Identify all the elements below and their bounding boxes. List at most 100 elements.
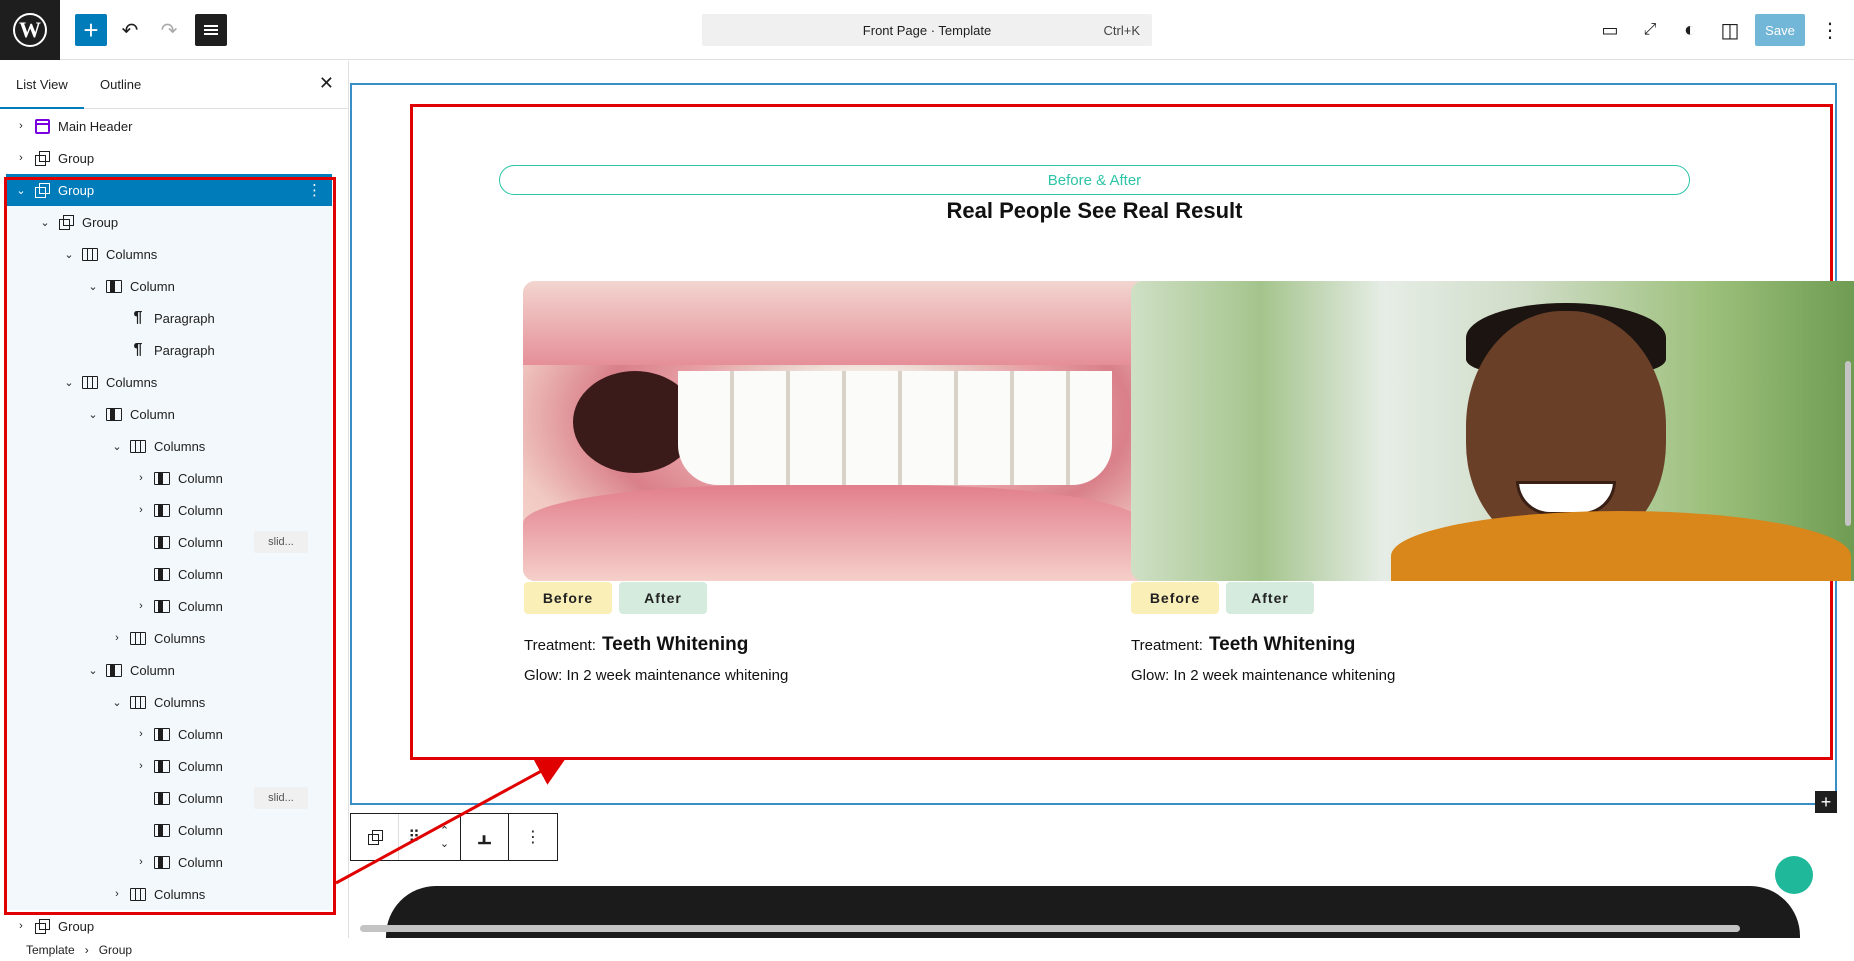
more-vertical-icon[interactable]: ⋮ — [509, 814, 557, 860]
list-view-row-columns[interactable]: › Columns — [6, 622, 332, 654]
treatment-line[interactable]: Treatment: Teeth Whitening — [524, 634, 748, 656]
list-view-row-column[interactable]: ⌄ Column — [6, 654, 332, 686]
group-icon — [34, 918, 50, 934]
chevron-down-icon[interactable]: ⌄ — [62, 248, 76, 261]
list-view-row-columns[interactable]: › Columns — [6, 878, 332, 910]
list-view-button[interactable] — [195, 14, 227, 46]
chevron-down-icon[interactable]: ⌄ — [86, 408, 100, 421]
styles-button[interactable]: ◐ — [1674, 14, 1706, 46]
list-view-row-columns[interactable]: ⌄ Columns — [6, 686, 332, 718]
list-view-row-column[interactable]: Column slid... — [6, 526, 332, 558]
tab-outline[interactable]: Outline — [84, 61, 157, 109]
list-view-row-column[interactable]: › Column — [6, 846, 332, 878]
breadcrumb-group[interactable]: Group — [99, 943, 132, 957]
list-view-row-main header[interactable]: › Main Header — [6, 110, 332, 142]
chevron-down-icon[interactable]: ⌄ — [86, 280, 100, 293]
move-up-down-icon[interactable]: ⌃ ⌄ — [429, 814, 461, 860]
list-view-row-column[interactable]: › Column — [6, 590, 332, 622]
glow-line[interactable]: Glow: In 2 week maintenance whitening — [1131, 667, 1395, 684]
chevron-right-icon[interactable]: › — [134, 856, 148, 868]
chat-widget-button[interactable] — [1775, 856, 1813, 894]
section-label-pill[interactable]: Before & After — [499, 165, 1690, 195]
chevron-down-icon[interactable]: ⌄ — [86, 664, 100, 677]
before-label[interactable]: Before — [524, 582, 612, 614]
list-view-row-column[interactable]: ⌄ Column — [6, 270, 332, 302]
undo-button[interactable]: ↶ — [114, 14, 146, 46]
list-view-row-column[interactable]: ⌄ Column — [6, 398, 332, 430]
preview-button[interactable]: ▭ — [1594, 14, 1626, 46]
command-palette-bar[interactable]: Front Page · Template Ctrl+K — [702, 14, 1152, 46]
list-view-row-column[interactable]: › Column — [6, 718, 332, 750]
save-button[interactable]: Save — [1755, 14, 1805, 46]
smiling-boy-before-after-image[interactable] — [1131, 281, 1854, 581]
list-view-row-label: Column — [178, 566, 223, 582]
list-view-row-column[interactable]: Column slid... — [6, 782, 332, 814]
list-view-row-label: Columns — [106, 246, 158, 262]
wordpress-logo[interactable]: W — [0, 0, 60, 60]
list-view-row-column[interactable]: › Column — [6, 462, 332, 494]
vertical-scrollbar[interactable] — [1845, 361, 1851, 526]
horizontal-scrollbar[interactable] — [360, 925, 1740, 932]
list-view-row-columns[interactable]: ⌄ Columns — [6, 238, 332, 270]
list-view-row-paragraph[interactable]: ¶ Paragraph — [6, 334, 332, 366]
chevron-right-icon[interactable]: › — [134, 728, 148, 740]
list-view-row-columns[interactable]: ⌄ Columns — [6, 430, 332, 462]
chevron-down-icon[interactable]: ⌄ — [110, 440, 124, 453]
chevron-right-icon[interactable]: › — [110, 632, 124, 644]
chevron-down-icon[interactable]: ⌄ — [110, 696, 124, 709]
close-icon[interactable]: ✕ — [319, 73, 334, 94]
chevron-down-icon[interactable]: ⌄ — [14, 184, 28, 197]
teeth-before-after-image[interactable] — [523, 281, 1143, 581]
chevron-right-icon[interactable]: › — [14, 920, 28, 932]
editor-top-bar: W + ↶ ↷ Front Page · Template Ctrl+K ▭ ⤢… — [0, 0, 1854, 60]
chevron-right-icon[interactable]: › — [110, 888, 124, 900]
section-heading[interactable]: Real People See Real Result — [499, 198, 1690, 224]
more-vertical-icon[interactable]: ⋮ — [307, 181, 322, 199]
sidebar-icon: ◫ — [1720, 19, 1740, 42]
list-view-row-columns[interactable]: ⌄ Columns — [6, 366, 332, 398]
tab-list-view[interactable]: List View — [0, 61, 84, 109]
chevron-right-icon[interactable]: › — [14, 120, 28, 132]
shortcut-hint: Ctrl+K — [1103, 22, 1140, 38]
chevron-right-icon[interactable]: › — [14, 152, 28, 164]
list-view-row-label: Main Header — [58, 118, 133, 134]
list-view-row-group[interactable]: ⌄ Group ⋮ — [6, 174, 332, 206]
list-view-row-label: Column — [178, 790, 223, 806]
row-badge: slid... — [254, 787, 308, 809]
add-block-button[interactable]: + — [75, 14, 107, 46]
list-view-row-paragraph[interactable]: ¶ Paragraph — [6, 302, 332, 334]
chevron-down-icon[interactable]: ⌄ — [38, 216, 52, 229]
list-view-row-group[interactable]: ⌄ Group — [6, 206, 332, 238]
glow-line[interactable]: Glow: In 2 week maintenance whitening — [524, 667, 788, 684]
chevron-right-icon[interactable]: › — [134, 504, 148, 516]
chevron-right-icon[interactable]: › — [134, 472, 148, 484]
breadcrumb-template[interactable]: Template — [26, 943, 75, 957]
columns-icon — [130, 630, 146, 646]
after-label[interactable]: After — [619, 582, 707, 614]
chevron-right-icon[interactable]: › — [134, 760, 148, 772]
list-view-row-column[interactable]: › Column — [6, 750, 332, 782]
list-view-row-column[interactable]: Column — [6, 558, 332, 590]
before-label[interactable]: Before — [1131, 582, 1219, 614]
list-view-row-label: Group — [58, 918, 95, 934]
redo-button[interactable]: ↷ — [153, 14, 185, 46]
group-icon[interactable] — [351, 814, 399, 860]
chevron-right-icon[interactable]: › — [134, 600, 148, 612]
after-label[interactable]: After — [1226, 582, 1314, 614]
options-button[interactable]: ⋮ — [1814, 14, 1846, 46]
treatment-line[interactable]: Treatment: Teeth Whitening — [1131, 634, 1355, 656]
column-icon — [154, 502, 170, 518]
column-icon — [154, 470, 170, 486]
list-view-row-label: Group — [58, 182, 95, 198]
list-view-row-column[interactable]: Column — [6, 814, 332, 846]
drag-handle-icon[interactable]: ⠿ — [399, 814, 429, 860]
chevron-down-icon[interactable]: ⌄ — [62, 376, 76, 389]
justify-icon[interactable]: ⫠ — [461, 814, 509, 860]
list-view-row-label: Column — [130, 278, 175, 294]
list-view-row-group[interactable]: › Group — [6, 142, 332, 174]
list-view-row-column[interactable]: › Column — [6, 494, 332, 526]
block-appender-button[interactable]: + — [1815, 791, 1837, 813]
settings-button[interactable]: ◫ — [1714, 14, 1746, 46]
list-view-row-label: Column — [178, 502, 223, 518]
fullscreen-button[interactable]: ⤢ — [1634, 14, 1666, 46]
